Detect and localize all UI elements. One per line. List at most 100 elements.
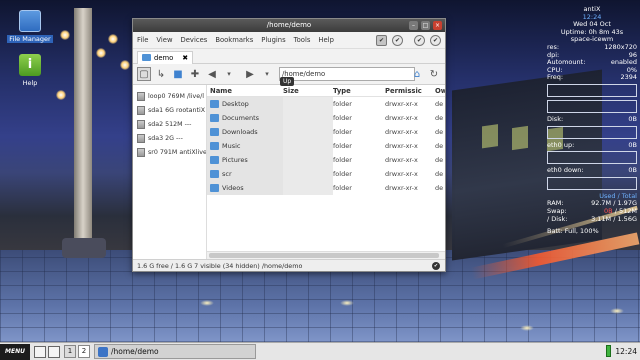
chevron-down-icon[interactable]: ▾ bbox=[222, 67, 236, 81]
drive-icon bbox=[137, 133, 145, 143]
file-manager-icon bbox=[19, 10, 41, 32]
file-row[interactable]: Desktop folder drwxr-xr-x de bbox=[207, 97, 445, 111]
folder-icon bbox=[210, 184, 219, 192]
column-name[interactable]: Name bbox=[207, 87, 283, 95]
menu-bookmarks[interactable]: Bookmarks bbox=[215, 36, 253, 44]
file-browser: loop0 769M /live/l sda1 6G rootantiX sda… bbox=[133, 85, 445, 259]
folder-icon bbox=[142, 54, 151, 61]
tab-close-icon[interactable]: ✖ bbox=[182, 54, 188, 62]
window-title: /home/demo bbox=[266, 21, 312, 29]
tab-bar: demo ✖ bbox=[133, 49, 445, 64]
horizontal-scrollbar[interactable] bbox=[207, 251, 445, 259]
taskbar-window-button[interactable]: /home/demo bbox=[94, 344, 256, 359]
wallpaper-pillar-base bbox=[62, 238, 106, 258]
file-row[interactable]: Documents folder drwxr-xr-x de bbox=[207, 111, 445, 125]
freq-graph bbox=[547, 99, 637, 113]
back-icon[interactable]: ◀ bbox=[205, 67, 219, 81]
menu-tools[interactable]: Tools bbox=[294, 36, 311, 44]
desktop-icon-label: Help bbox=[22, 79, 38, 87]
file-manager-window[interactable]: /home/demo – □ × File View Devices Bookm… bbox=[132, 18, 446, 272]
up-tooltip: Up bbox=[280, 77, 295, 86]
status-text: 1.6 G free / 1.6 G 7 visible (34 hidden)… bbox=[137, 262, 303, 270]
minimize-button[interactable]: – bbox=[409, 21, 418, 30]
show-desktop-icon[interactable] bbox=[34, 345, 46, 358]
add-icon[interactable]: ✚ bbox=[188, 67, 202, 81]
file-manager-icon bbox=[98, 346, 108, 357]
system-tray: 12:24 bbox=[606, 345, 637, 357]
menu-help[interactable]: Help bbox=[318, 36, 334, 44]
wallpaper-pillar bbox=[74, 8, 92, 250]
drive-icon bbox=[137, 91, 145, 101]
home-icon[interactable]: ⌂ bbox=[410, 67, 424, 81]
conky-stat: res: 1280x720 bbox=[547, 42, 637, 51]
folder-icon bbox=[210, 170, 219, 178]
conky-battery: Batt: Full, 100% bbox=[547, 227, 599, 236]
window-list-icon[interactable] bbox=[48, 345, 60, 358]
check-icon[interactable]: ✔ bbox=[376, 35, 387, 46]
drive-icon bbox=[137, 119, 145, 129]
folder-icon bbox=[210, 156, 219, 164]
start-menu-button[interactable]: MENU bbox=[0, 343, 30, 360]
status-bar: 1.6 G free / 1.6 G 7 visible (34 hidden)… bbox=[133, 259, 445, 271]
conky-monitor: antiX 12:24 Wed 04 Oct Uptime: 0h 8m 43s… bbox=[547, 5, 637, 236]
workspace-1[interactable]: 1 bbox=[64, 345, 76, 358]
check-icon[interactable]: ✔ bbox=[414, 35, 425, 46]
window-titlebar[interactable]: /home/demo – □ × bbox=[133, 19, 445, 32]
scrollbar-thumb[interactable] bbox=[209, 253, 439, 258]
conky-root-disk: / Disk: 3.11M / 1.56G bbox=[547, 214, 637, 223]
check-icon[interactable]: ✔ bbox=[392, 35, 403, 46]
column-permissions[interactable]: Permissic bbox=[385, 87, 435, 95]
file-row[interactable]: Downloads folder drwxr-xr-x de bbox=[207, 125, 445, 139]
desktop-icon-label: File Manager bbox=[7, 35, 53, 43]
tab-label: demo bbox=[154, 53, 174, 62]
check-icon[interactable]: ✔ bbox=[430, 35, 441, 46]
optical-drive-icon bbox=[137, 147, 145, 157]
column-type[interactable]: Type bbox=[333, 87, 385, 95]
column-owner[interactable]: Ow bbox=[435, 87, 445, 95]
eth0-down-graph bbox=[547, 176, 637, 190]
desktop-icon-help[interactable]: i Help bbox=[3, 54, 57, 87]
device-item[interactable]: sda1 6G rootantiX bbox=[133, 103, 206, 117]
desktop-icon-file-manager[interactable]: File Manager bbox=[3, 10, 57, 43]
close-button[interactable]: × bbox=[433, 21, 442, 30]
workspace-2[interactable]: 2 bbox=[78, 345, 90, 358]
disk-graph bbox=[547, 125, 637, 139]
file-row[interactable]: Music folder drwxr-xr-x de bbox=[207, 139, 445, 153]
taskbar-window-label: /home/demo bbox=[111, 347, 159, 356]
menu-file[interactable]: File bbox=[137, 36, 148, 44]
device-item[interactable]: loop0 769M /live/l bbox=[133, 89, 206, 103]
file-row[interactable]: Pictures folder drwxr-xr-x de bbox=[207, 153, 445, 167]
conky-disk: Disk: 0B bbox=[547, 114, 637, 123]
status-check-icon: ✔ bbox=[432, 262, 440, 270]
menubar: File View Devices Bookmarks Plugins Tool… bbox=[133, 32, 445, 49]
toggle-sidepane-icon[interactable]: ▢ bbox=[137, 67, 151, 81]
column-size[interactable]: Size bbox=[283, 87, 333, 95]
device-item[interactable]: sr0 791M antiXlive bbox=[133, 145, 206, 159]
menu-plugins[interactable]: Plugins bbox=[261, 36, 285, 44]
device-item[interactable]: sda3 2G --- bbox=[133, 131, 206, 145]
folder-icon bbox=[210, 142, 219, 150]
file-row[interactable]: Videos folder drwxr-xr-x de bbox=[207, 181, 445, 195]
file-list-header: Name Size Type Permissic Ow bbox=[207, 85, 445, 97]
battery-icon[interactable] bbox=[606, 345, 612, 357]
path-input[interactable]: /home/demo bbox=[279, 67, 415, 81]
device-item[interactable]: sda2 512M --- bbox=[133, 117, 206, 131]
forward-icon[interactable]: ▶ bbox=[243, 67, 257, 81]
reload-icon[interactable]: ↻ bbox=[427, 67, 441, 81]
new-window-icon[interactable]: ↳ bbox=[154, 67, 168, 81]
clock[interactable]: 12:24 bbox=[615, 347, 637, 356]
cpu-graph bbox=[547, 83, 637, 97]
eth0-up-graph bbox=[547, 151, 637, 165]
folder-icon bbox=[210, 100, 219, 108]
file-list: Name Size Type Permissic Ow Desktop fold… bbox=[207, 85, 445, 259]
menu-devices[interactable]: Devices bbox=[181, 36, 208, 44]
folder-icon[interactable]: ■ bbox=[171, 67, 185, 81]
conky-eth0-down: eth0 down: 0B bbox=[547, 166, 637, 175]
tab-demo[interactable]: demo ✖ bbox=[137, 50, 194, 64]
device-sidepane: loop0 769M /live/l sda1 6G rootantiX sda… bbox=[133, 85, 207, 259]
drive-icon bbox=[137, 105, 145, 115]
menu-view[interactable]: View bbox=[156, 36, 172, 44]
chevron-down-icon[interactable]: ▾ bbox=[260, 67, 274, 81]
file-row[interactable]: scr folder drwxr-xr-x de bbox=[207, 167, 445, 181]
maximize-button[interactable]: □ bbox=[421, 21, 430, 30]
